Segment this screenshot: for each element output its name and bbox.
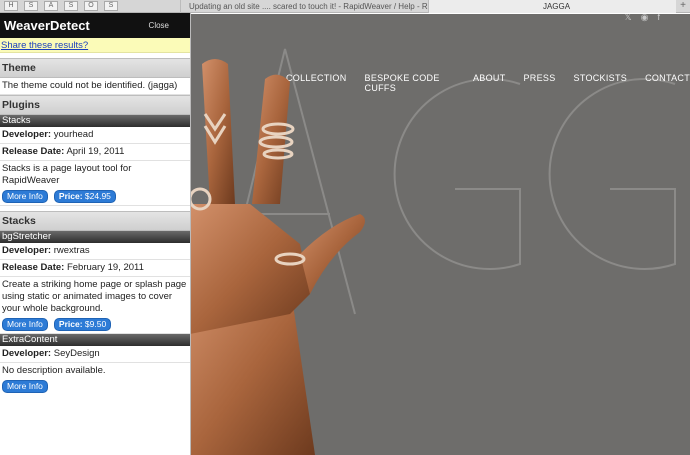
release-label: Release Date: bbox=[2, 146, 65, 157]
social-links: 𝕏 ◉ f bbox=[624, 14, 660, 23]
tab-jagga[interactable]: JAGGA bbox=[428, 0, 676, 13]
stacks-description: Stacks is a page layout tool for RapidWe… bbox=[2, 163, 132, 186]
plugin-name-stacks: Stacks bbox=[0, 115, 190, 127]
bgstretcher-more-info-button[interactable]: More Info bbox=[2, 318, 48, 331]
price-value: $24.95 bbox=[84, 191, 111, 201]
plugin-name-extracontent: ExtraContent bbox=[0, 334, 190, 346]
nav-contact[interactable]: CONTACT bbox=[645, 73, 690, 93]
release-label: Release Date: bbox=[2, 262, 65, 273]
share-results-link[interactable]: Share these results? bbox=[1, 40, 88, 51]
instagram-icon[interactable]: ◉ bbox=[641, 14, 649, 23]
developer-value: rwextras bbox=[53, 245, 90, 256]
pinned-tabs: H S A S O S bbox=[0, 1, 180, 11]
theme-text: The theme could not be identified. (jagg… bbox=[0, 78, 190, 95]
release-value: February 19, 2011 bbox=[66, 262, 144, 273]
pinned-tab[interactable]: H bbox=[4, 1, 18, 11]
nav-stockists[interactable]: STOCKISTS bbox=[574, 73, 628, 93]
close-button[interactable]: Close bbox=[149, 21, 169, 30]
hero-hand-image bbox=[190, 59, 365, 455]
extracontent-description: No description available. bbox=[2, 365, 106, 376]
nav-press[interactable]: PRESS bbox=[524, 73, 556, 93]
share-bar: Share these results? bbox=[0, 38, 190, 53]
stacks-buttons: More Info Price: $24.95 bbox=[0, 189, 190, 206]
tab-rapidweaver-help[interactable]: Updating an old site .... scared to touc… bbox=[180, 0, 428, 13]
plugin-name-bgstretcher: bgStretcher bbox=[0, 231, 190, 243]
stacks-release-row: Release Date: April 19, 2011 bbox=[0, 144, 190, 161]
bgstretcher-description: Create a striking home page or splash pa… bbox=[2, 279, 187, 314]
stacks-developer-row: Developer: yourhead bbox=[0, 127, 190, 144]
release-value: April 19, 2011 bbox=[66, 146, 125, 157]
price-value: $9.50 bbox=[84, 319, 107, 329]
theme-heading: Theme bbox=[0, 58, 190, 78]
extracontent-developer-row: Developer: SeyDesign bbox=[0, 346, 190, 363]
developer-label: Developer: bbox=[2, 348, 52, 359]
pinned-tab[interactable]: S bbox=[24, 1, 38, 11]
price-label: Price: bbox=[58, 191, 83, 201]
bgstretcher-price-button[interactable]: Price: $9.50 bbox=[53, 318, 112, 331]
developer-label: Developer: bbox=[2, 129, 52, 140]
developer-value: SeyDesign bbox=[53, 348, 100, 359]
developer-value: yourhead bbox=[53, 129, 94, 140]
browser-tab-bar: H S A S O S Updating an old site .... sc… bbox=[0, 0, 690, 13]
bgstretcher-developer-row: Developer: rwextras bbox=[0, 243, 190, 260]
pinned-tab[interactable]: S bbox=[104, 1, 118, 11]
extracontent-buttons: More Info bbox=[0, 379, 190, 395]
extracontent-more-info-button[interactable]: More Info bbox=[2, 380, 48, 393]
weaverdetect-panel: WeaverDetect Close Share these results? … bbox=[0, 13, 191, 455]
pinned-tab[interactable]: S bbox=[64, 1, 78, 11]
plugins-heading: Plugins bbox=[0, 95, 190, 115]
panel-title: WeaverDetect bbox=[4, 18, 90, 33]
pinned-tab[interactable]: O bbox=[84, 1, 98, 11]
price-label: Price: bbox=[58, 319, 83, 329]
twitter-icon[interactable]: 𝕏 bbox=[624, 14, 631, 23]
website-viewport: 𝕏 ◉ f COLLECTION BESPOKE CODE CUFFS ABOU… bbox=[190, 14, 690, 455]
pinned-tab[interactable]: A bbox=[44, 1, 58, 11]
developer-label: Developer: bbox=[2, 245, 52, 256]
stacks-price-button[interactable]: Price: $24.95 bbox=[53, 190, 116, 203]
panel-header: WeaverDetect Close bbox=[0, 13, 190, 38]
bgstretcher-buttons: More Info Price: $9.50 bbox=[0, 317, 190, 334]
new-tab-button[interactable]: + bbox=[676, 0, 690, 12]
stacks-heading: Stacks bbox=[0, 211, 190, 231]
bgstretcher-release-row: Release Date: February 19, 2011 bbox=[0, 260, 190, 277]
nav-about[interactable]: ABOUT bbox=[473, 73, 506, 93]
facebook-icon[interactable]: f bbox=[657, 14, 660, 23]
stacks-more-info-button[interactable]: More Info bbox=[2, 190, 48, 203]
